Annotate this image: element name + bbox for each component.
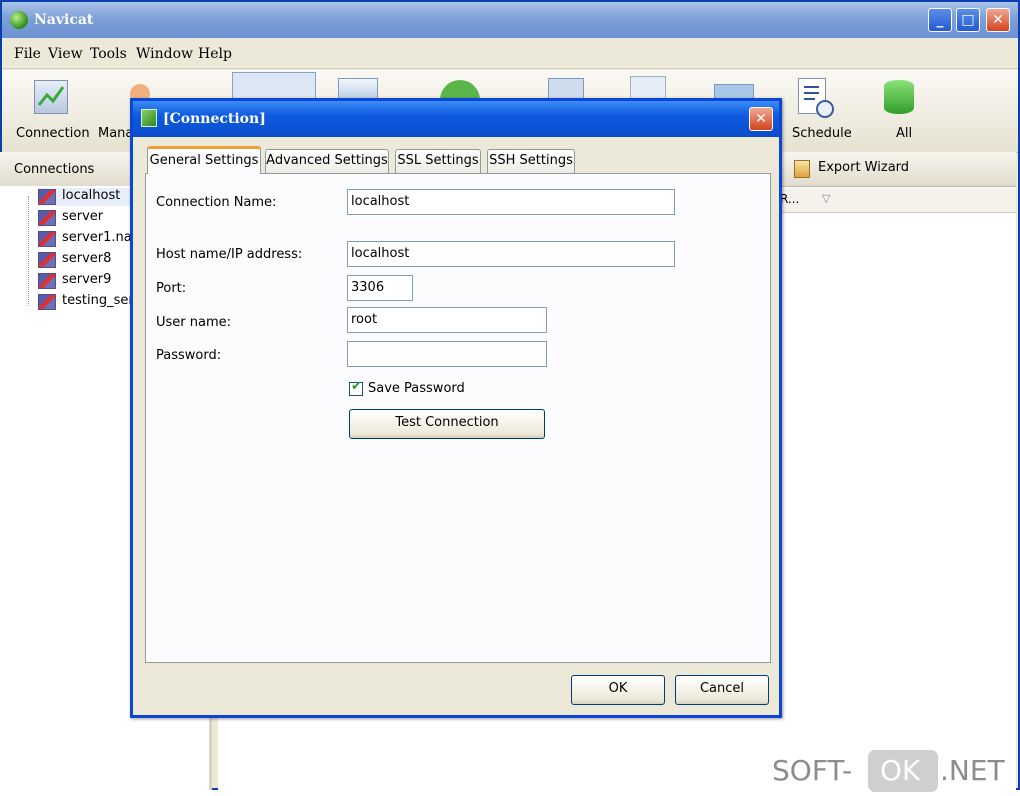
username-label: User name: xyxy=(156,315,232,330)
mysql-connection-icon xyxy=(38,273,56,289)
menu-file[interactable]: File xyxy=(14,46,41,62)
port-input[interactable]: 3306 xyxy=(347,275,413,301)
watermark-ok: OK xyxy=(880,754,921,787)
host-input[interactable]: localhost xyxy=(347,241,675,267)
mysql-connection-icon xyxy=(38,231,56,247)
tree-item-label: testing_ser xyxy=(62,293,134,308)
tree-item-label: server8 xyxy=(62,251,112,266)
dialog-titlebar: [Connection] ✕ xyxy=(133,101,779,137)
menu-tools[interactable]: Tools xyxy=(90,46,127,62)
schedule-label: Schedule xyxy=(792,126,852,141)
password-input[interactable] xyxy=(347,341,547,367)
connections-title: Connections xyxy=(14,162,95,177)
dialog-title: [Connection] xyxy=(163,111,266,127)
menu-help[interactable]: Help xyxy=(198,46,232,62)
all-label: All xyxy=(896,126,913,141)
menu-view[interactable]: View xyxy=(48,46,83,62)
view-icon[interactable] xyxy=(338,78,378,100)
mysql-connection-icon xyxy=(38,252,56,268)
connection-icon xyxy=(34,80,68,114)
tab-advanced-settings[interactable]: Advanced Settings xyxy=(265,149,389,173)
export-bar: Export Wizard xyxy=(780,152,1016,187)
connection-icon xyxy=(141,109,157,127)
host-label: Host name/IP address: xyxy=(156,247,303,262)
column-header: R... ▽ xyxy=(770,188,1016,213)
all-toolbar-button[interactable]: All xyxy=(872,74,936,146)
schedule-toolbar-button[interactable]: Schedule xyxy=(784,74,856,146)
sort-icon: ▽ xyxy=(822,192,831,205)
tree-connector xyxy=(28,196,30,306)
query-icon[interactable] xyxy=(630,76,666,100)
mysql-connection-icon xyxy=(38,294,56,310)
window-title: Navicat xyxy=(34,12,94,28)
tree-item-label: server9 xyxy=(62,272,112,287)
manage-users-label: Mana xyxy=(98,126,134,141)
connection-name-input[interactable]: localhost xyxy=(347,189,675,215)
database-icon xyxy=(884,80,914,114)
main-titlebar: Navicat _ □ ✕ xyxy=(2,2,1018,38)
connection-name-label: Connection Name: xyxy=(156,195,277,210)
connection-dialog: [Connection] ✕ General Settings Advanced… xyxy=(130,98,782,718)
schedule-icon xyxy=(798,78,834,118)
export-icon xyxy=(794,160,810,178)
minimize-button[interactable]: _ xyxy=(928,8,952,32)
checkmark-icon: ✔ xyxy=(351,379,362,394)
tab-general-settings[interactable]: General Settings xyxy=(147,146,261,174)
ok-button[interactable]: OK xyxy=(571,675,665,705)
table-toolbar-button[interactable] xyxy=(232,72,316,100)
tree-item-label: server1.na xyxy=(62,230,132,245)
tab-ssh-settings[interactable]: SSH Settings xyxy=(487,149,575,173)
connection-label: Connection xyxy=(16,126,90,141)
mysql-connection-icon xyxy=(38,210,56,226)
column-header-label[interactable]: R... xyxy=(780,192,799,206)
test-connection-button[interactable]: Test Connection xyxy=(349,409,545,439)
watermark-soft: SOFT- xyxy=(772,754,853,787)
dialog-close-button[interactable]: ✕ xyxy=(749,107,773,131)
event-icon[interactable] xyxy=(548,78,584,100)
maximize-button[interactable]: □ xyxy=(956,8,980,32)
tree-item-label: localhost xyxy=(62,188,121,203)
close-button[interactable]: ✕ xyxy=(986,8,1010,32)
cancel-button[interactable]: Cancel xyxy=(675,675,769,705)
connection-toolbar-button[interactable]: Connection xyxy=(12,74,92,146)
menubar: File View Tools Window Help xyxy=(2,40,1018,69)
tab-ssl-settings[interactable]: SSL Settings xyxy=(395,149,481,173)
export-wizard-button[interactable]: Export Wizard xyxy=(818,160,909,175)
save-password-label: Save Password xyxy=(368,381,465,396)
username-input[interactable]: root xyxy=(347,307,547,333)
port-label: Port: xyxy=(156,281,187,296)
tree-item-label: server xyxy=(62,209,104,224)
menu-window[interactable]: Window xyxy=(136,46,193,62)
password-label: Password: xyxy=(156,348,222,363)
watermark-net: .NET xyxy=(940,754,1005,787)
app-logo-icon xyxy=(10,11,28,29)
save-password-checkbox[interactable]: ✔ xyxy=(349,379,363,396)
mysql-connection-icon xyxy=(38,189,56,205)
